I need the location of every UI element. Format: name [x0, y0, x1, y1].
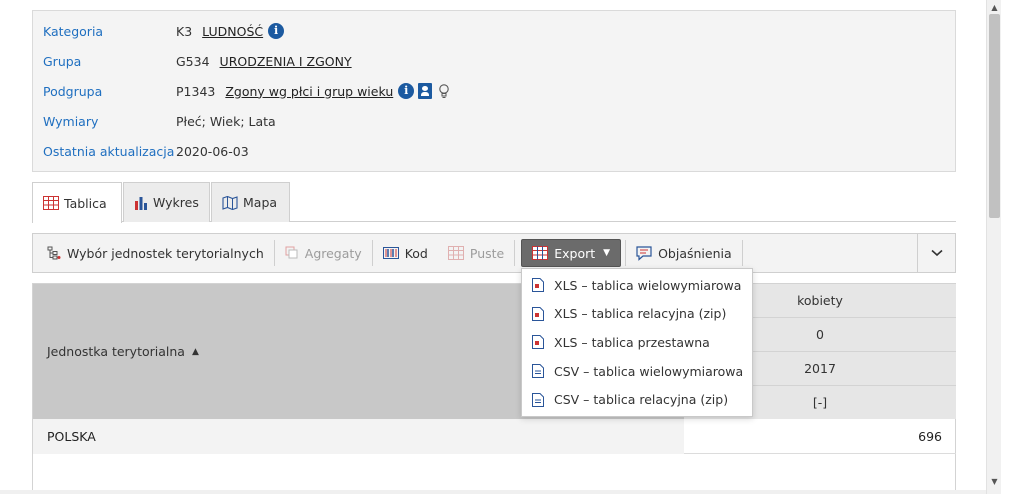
file-icon — [532, 392, 544, 407]
tab-tablica-label: Tablica — [64, 195, 107, 211]
info-icon[interactable]: i — [268, 23, 285, 39]
table-toolbar: Wybór jednostek terytorialnych Agregaty … — [32, 233, 956, 273]
file-icon — [532, 278, 544, 293]
vertical-scrollbar[interactable]: ▲ ▼ — [986, 0, 1001, 494]
hierarchy-icon — [47, 246, 61, 260]
export-csv-multidim[interactable]: CSV – tablica wielowymiarowa — [522, 357, 752, 386]
export-xls-multidim-label: XLS – tablica wielowymiarowa — [554, 277, 742, 293]
contact-card-icon[interactable] — [418, 83, 433, 99]
kategoria-row: Kategoria K3 LUDNOŚĆ i — [43, 21, 285, 41]
sort-asc-icon: ▲ — [191, 346, 199, 357]
table-icon — [43, 196, 59, 210]
export-xls-relational[interactable]: XLS – tablica relacyjna (zip) — [522, 300, 752, 329]
empty-button[interactable]: Puste — [438, 239, 514, 267]
tab-mapa-label: Mapa — [243, 195, 278, 210]
export-xls-pivot[interactable]: XLS – tablica przestawna — [522, 328, 752, 357]
explanations-label: Objaśnienia — [658, 245, 732, 261]
podgrupa-label: Podgrupa — [43, 83, 103, 99]
kategoria-link[interactable]: LUDNOŚĆ — [202, 24, 263, 39]
toolbar-divider — [514, 240, 516, 266]
table-row: POLSKA 696 — [33, 419, 956, 454]
tab-wykres-label: Wykres — [153, 195, 199, 210]
info-icon[interactable]: i — [398, 83, 415, 99]
kategoria-code: K3 — [176, 23, 193, 39]
wymiary-label: Wymiary — [43, 113, 99, 129]
lightbulb-icon[interactable] — [437, 83, 451, 99]
aggregates-label: Agregaty — [304, 245, 362, 261]
scroll-up-icon[interactable]: ▲ — [987, 0, 1002, 14]
bar-chart-icon — [134, 196, 148, 210]
grupa-label: Grupa — [43, 53, 82, 69]
caret-down-icon: ▼ — [603, 248, 611, 258]
podgrupa-code: P1343 — [176, 83, 216, 99]
row-value: 696 — [684, 419, 956, 454]
export-table-icon — [532, 246, 549, 260]
export-xls-relational-label: XLS – tablica relacyjna (zip) — [554, 306, 727, 322]
file-icon — [532, 306, 544, 321]
comment-icon — [636, 245, 652, 261]
aggregates-button[interactable]: Agregaty — [275, 239, 372, 267]
toolbar-divider — [741, 240, 743, 266]
view-tabs: Tablica Wykres Mapa — [32, 182, 956, 223]
kategoria-label: Kategoria — [43, 23, 104, 39]
export-button[interactable]: Export ▼ — [521, 239, 622, 267]
tab-tablica[interactable]: Tablica — [32, 182, 122, 223]
code-button[interactable]: Kod — [373, 239, 438, 267]
metadata-panel: Kategoria K3 LUDNOŚĆ i Grupa G534 URODZE… — [32, 10, 956, 172]
export-xls-multidim[interactable]: XLS – tablica wielowymiarowa — [522, 271, 752, 300]
podgrupa-row: Podgrupa P1343 Zgony wg płci i grup wiek… — [43, 81, 451, 101]
aktualizacja-value: 2020-06-03 — [176, 143, 249, 159]
aktualizacja-label: Ostatnia aktualizacja — [43, 143, 175, 159]
select-units-button[interactable]: Wybór jednostek terytorialnych — [33, 239, 274, 267]
wymiary-row: Wymiary Płeć; Wiek; Lata — [43, 111, 276, 131]
grupa-row: Grupa G534 URODZENIA I ZGONY — [43, 51, 352, 71]
territorial-unit-header-label: Jednostka terytorialna — [47, 344, 185, 359]
export-xls-pivot-label: XLS – tablica przestawna — [554, 334, 710, 350]
chevron-down-icon — [930, 249, 943, 257]
export-csv-relational[interactable]: CSV – tablica relacyjna (zip) — [522, 385, 752, 414]
row-name: POLSKA — [33, 419, 684, 454]
grupa-code: G534 — [176, 53, 210, 69]
tab-mapa[interactable]: Mapa — [211, 182, 290, 222]
podgrupa-link[interactable]: Zgony wg płci i grup wieku — [225, 84, 393, 99]
explanations-button[interactable]: Objaśnienia — [626, 239, 742, 267]
export-dropdown-menu: XLS – tablica wielowymiarowa XLS – tabli… — [521, 268, 753, 417]
file-icon — [532, 364, 544, 379]
expand-toolbar-button[interactable] — [917, 234, 955, 272]
code-label: Kod — [404, 245, 428, 261]
scroll-down-icon[interactable]: ▼ — [987, 474, 1002, 488]
page: Kategoria K3 LUDNOŚĆ i Grupa G534 URODZE… — [0, 0, 986, 494]
aggregates-icon — [285, 246, 299, 260]
grupa-link[interactable]: URODZENIA I ZGONY — [220, 54, 352, 69]
empty-label: Puste — [469, 245, 505, 261]
empty-table-icon — [447, 246, 464, 260]
file-icon — [532, 335, 544, 350]
horizontal-scrollbar[interactable] — [0, 490, 986, 494]
data-table: Jednostka terytorialna ▲ kobiety 0 2017 … — [32, 283, 956, 494]
wymiary-value: Płeć; Wiek; Lata — [176, 113, 276, 129]
export-label: Export — [554, 245, 596, 261]
tab-wykres[interactable]: Wykres — [123, 182, 210, 222]
export-csv-relational-label: CSV – tablica relacyjna (zip) — [554, 392, 729, 408]
export-csv-multidim-label: CSV – tablica wielowymiarowa — [554, 363, 744, 379]
code-icon — [382, 247, 399, 259]
select-units-label: Wybór jednostek terytorialnych — [67, 245, 264, 261]
map-icon — [222, 195, 238, 210]
scrollbar-thumb[interactable] — [989, 14, 1000, 218]
aktualizacja-row: Ostatnia aktualizacja 2020-06-03 — [43, 141, 249, 161]
